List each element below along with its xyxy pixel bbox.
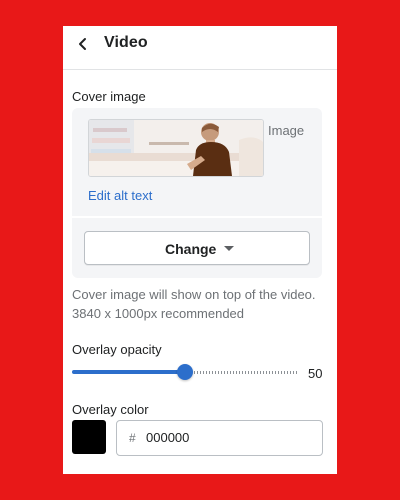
overlay-opacity-slider[interactable] xyxy=(72,364,297,380)
page-title: Video xyxy=(104,34,148,51)
overlay-opacity-value: 50 xyxy=(308,366,323,381)
slider-filled-track xyxy=(72,370,185,374)
cover-image-picture xyxy=(89,120,263,176)
settings-panel: Video Cover image Image Edit alt text Ch… xyxy=(63,26,337,474)
panel-header: Video xyxy=(63,26,337,70)
cover-image-label: Cover image xyxy=(72,89,146,104)
color-swatch[interactable] xyxy=(72,420,106,454)
slider-handle[interactable] xyxy=(176,364,193,380)
cover-image-thumbnail[interactable] xyxy=(88,119,264,177)
overlay-opacity-label: Overlay opacity xyxy=(72,342,162,357)
cover-image-help-text: Cover image will show on top of the vide… xyxy=(72,287,316,321)
image-caption: Image xyxy=(268,123,305,138)
change-image-card: Change xyxy=(72,218,322,278)
overlay-color-label: Overlay color xyxy=(72,402,149,417)
hex-color-field[interactable]: # 000000 xyxy=(116,420,323,456)
slider-empty-track xyxy=(184,371,297,374)
chevron-left-icon xyxy=(79,38,86,50)
change-button-label: Change xyxy=(165,241,217,257)
cover-image-card: Image Edit alt text xyxy=(72,108,322,216)
back-button[interactable] xyxy=(73,34,93,54)
change-image-button[interactable]: Change xyxy=(84,231,310,265)
hex-color-value[interactable]: 000000 xyxy=(146,430,189,445)
caret-down-icon xyxy=(224,246,234,251)
edit-alt-text-link[interactable]: Edit alt text xyxy=(88,188,152,203)
hash-prefix: # xyxy=(129,431,136,445)
